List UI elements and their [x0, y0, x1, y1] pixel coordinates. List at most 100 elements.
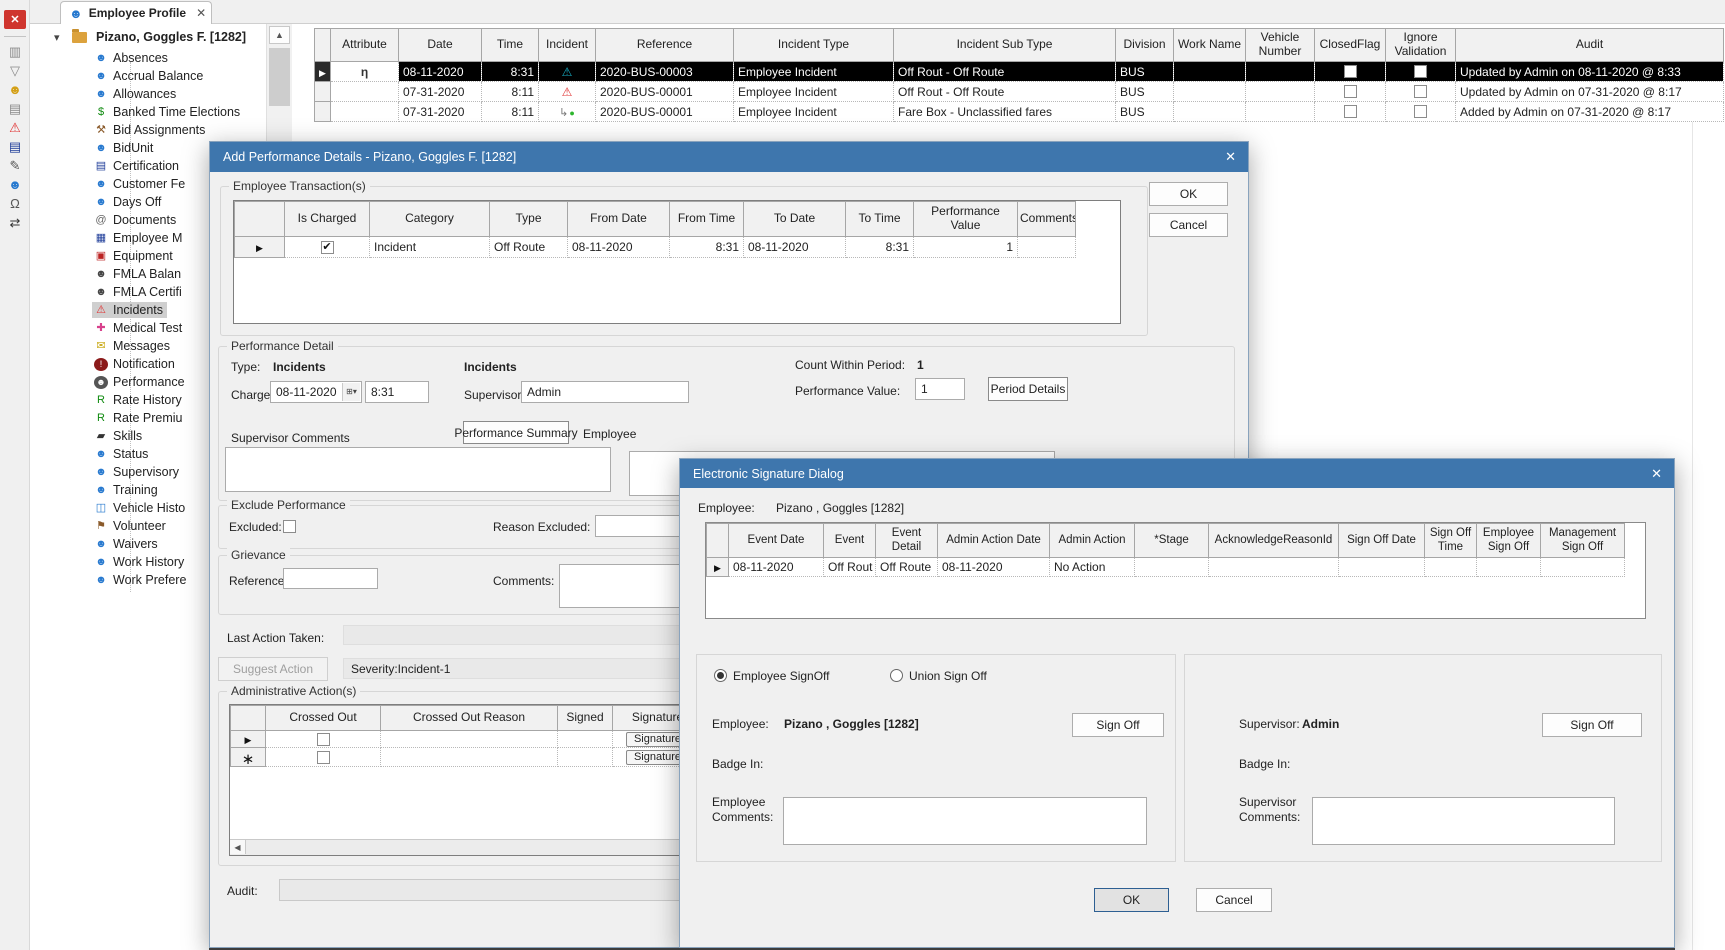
- col-header[interactable]: ClosedFlag: [1315, 29, 1386, 62]
- row-selector[interactable]: [231, 731, 266, 748]
- calendar-dropdown-icon[interactable]: ⊞▾: [342, 383, 360, 401]
- performance-value-input[interactable]: 1: [915, 378, 965, 400]
- excluded-checkbox[interactable]: [283, 520, 296, 533]
- col-header[interactable]: Comments: [1018, 202, 1076, 237]
- dialog-titlebar[interactable]: Electronic Signature Dialog ✕: [680, 459, 1674, 488]
- col-header[interactable]: Sign Off Date: [1339, 524, 1425, 558]
- col-header[interactable]: AcknowledgeReasonId: [1209, 524, 1339, 558]
- incident-row[interactable]: 08-11-2020 8:31 2020-BUS-00003 Employee …: [315, 62, 1724, 82]
- col-header[interactable]: Reference: [596, 29, 734, 62]
- col-header[interactable]: Work Name: [1174, 29, 1246, 62]
- performance-summary-button[interactable]: Performance Summary: [463, 421, 569, 444]
- col-header[interactable]: Attribute: [331, 29, 399, 62]
- row-selector[interactable]: [315, 82, 331, 102]
- closedflag-checkbox[interactable]: [1344, 105, 1357, 118]
- row-selector[interactable]: [235, 237, 285, 258]
- tree-item[interactable]: $ Banked Time Elections: [30, 103, 244, 121]
- ignore-validation-checkbox[interactable]: [1414, 85, 1427, 98]
- transaction-row[interactable]: Incident Off Route 08-11-2020 8:31 08-11…: [235, 237, 1076, 258]
- close-icon[interactable]: ✕: [1225, 142, 1236, 172]
- cancel-button[interactable]: Cancel: [1149, 213, 1228, 237]
- ignore-validation-checkbox[interactable]: [1414, 65, 1427, 78]
- col-header[interactable]: Admin Action Date: [938, 524, 1050, 558]
- copy-icon[interactable]: ▥: [3, 42, 27, 61]
- supervisor-sign-off-button[interactable]: Sign Off: [1542, 713, 1642, 737]
- document-icon[interactable]: ▤: [3, 137, 27, 156]
- tab-employee-profile[interactable]: ☻ Employee Profile ✕: [60, 1, 212, 24]
- badge-icon[interactable]: ▽: [3, 61, 27, 80]
- col-header[interactable]: Admin Action: [1050, 524, 1135, 558]
- col-header[interactable]: Incident: [539, 29, 596, 62]
- charged-time-input[interactable]: 8:31: [365, 381, 429, 403]
- col-header[interactable]: Event Detail: [876, 524, 938, 558]
- col-header[interactable]: Event: [824, 524, 876, 558]
- row-selector[interactable]: [315, 62, 331, 82]
- tab-close-icon[interactable]: ✕: [196, 6, 206, 20]
- cancel-button[interactable]: Cancel: [1196, 888, 1272, 912]
- col-header[interactable]: Type: [490, 202, 568, 237]
- row-selector[interactable]: [231, 748, 266, 767]
- col-header[interactable]: Incident Type: [734, 29, 894, 62]
- ok-button[interactable]: OK: [1094, 888, 1169, 912]
- grievance-reference-input[interactable]: [283, 568, 378, 589]
- tree-item[interactable]: ☻ Absences: [30, 49, 244, 67]
- close-red-icon[interactable]: ✕: [4, 10, 26, 29]
- col-header[interactable]: Ignore Validation: [1386, 29, 1456, 62]
- col-header[interactable]: *Stage: [1135, 524, 1209, 558]
- closedflag-checkbox[interactable]: [1344, 65, 1357, 78]
- union-signoff-radio[interactable]: [890, 669, 903, 682]
- employee-comments-textarea[interactable]: [783, 797, 1147, 845]
- col-header[interactable]: Audit: [1456, 29, 1724, 62]
- col-header[interactable]: Time: [482, 29, 539, 62]
- col-header[interactable]: Management Sign Off: [1541, 524, 1625, 558]
- ok-button[interactable]: OK: [1149, 182, 1228, 206]
- closedflag-checkbox[interactable]: [1344, 85, 1357, 98]
- supervisor-comments-textarea[interactable]: [225, 447, 611, 492]
- col-header[interactable]: To Date: [744, 202, 846, 237]
- employee-signoff-radio[interactable]: [714, 669, 727, 682]
- col-header[interactable]: Performance Value: [914, 202, 1018, 237]
- suggest-action-button[interactable]: Suggest Action: [218, 657, 328, 681]
- col-header[interactable]: Division: [1116, 29, 1174, 62]
- supervisor-input[interactable]: Admin: [521, 381, 689, 403]
- admin-action-row[interactable]: Signature: [231, 748, 703, 767]
- col-header[interactable]: Crossed Out: [266, 706, 381, 731]
- col-header[interactable]: Signed: [558, 706, 613, 731]
- people-swap-icon[interactable]: ⇄: [3, 213, 27, 232]
- close-icon[interactable]: ✕: [1651, 459, 1662, 488]
- employees-icon[interactable]: ☻: [3, 80, 27, 99]
- col-header[interactable]: To Time: [846, 202, 914, 237]
- col-header[interactable]: Vehicle Number: [1246, 29, 1315, 62]
- col-header[interactable]: Sign Off Time: [1425, 524, 1477, 558]
- row-selector[interactable]: [707, 558, 729, 577]
- scroll-up-icon[interactable]: ▲: [269, 26, 290, 44]
- tree-item[interactable]: ⚒ Bid Assignments: [30, 121, 244, 139]
- charged-date-input[interactable]: 08-11-2020 ⊞▾: [270, 381, 362, 403]
- incident-row[interactable]: 07-31-2020 8:11 2020-BUS-00001 Employee …: [315, 82, 1724, 102]
- col-header[interactable]: From Date: [568, 202, 670, 237]
- person-edit-icon[interactable]: ✎: [3, 156, 27, 175]
- col-header[interactable]: Category: [370, 202, 490, 237]
- row-selector[interactable]: [315, 102, 331, 122]
- scrollbar-thumb[interactable]: [269, 48, 290, 106]
- col-header[interactable]: Incident Sub Type: [894, 29, 1116, 62]
- admin-action-row[interactable]: Signature: [231, 731, 703, 748]
- tree-item[interactable]: ☻ Accrual Balance: [30, 67, 244, 85]
- tree-item[interactable]: ☻ Allowances: [30, 85, 244, 103]
- period-details-button[interactable]: Period Details: [988, 377, 1068, 401]
- export-page-icon[interactable]: ▤: [3, 99, 27, 118]
- crossed-out-checkbox[interactable]: [317, 751, 330, 764]
- scroll-left-icon[interactable]: ◀: [230, 840, 246, 854]
- supervisor-comments-textarea[interactable]: [1312, 797, 1615, 845]
- col-header[interactable]: Date: [399, 29, 482, 62]
- incident-row[interactable]: 07-31-2020 8:11 2020-BUS-00001 Employee …: [315, 102, 1724, 122]
- signature-event-row[interactable]: 08-11-2020 Off Rout Off Route 08-11-2020…: [707, 558, 1625, 577]
- col-header[interactable]: Employee Sign Off: [1477, 524, 1541, 558]
- ignore-validation-checkbox[interactable]: [1414, 105, 1427, 118]
- col-header[interactable]: Crossed Out Reason: [381, 706, 558, 731]
- employee-sign-off-button[interactable]: Sign Off: [1072, 713, 1164, 737]
- is-charged-checkbox[interactable]: [321, 241, 334, 254]
- chevron-down-icon[interactable]: ▾: [54, 31, 60, 44]
- col-header[interactable]: From Time: [670, 202, 744, 237]
- person-list-icon[interactable]: ☻: [3, 175, 27, 194]
